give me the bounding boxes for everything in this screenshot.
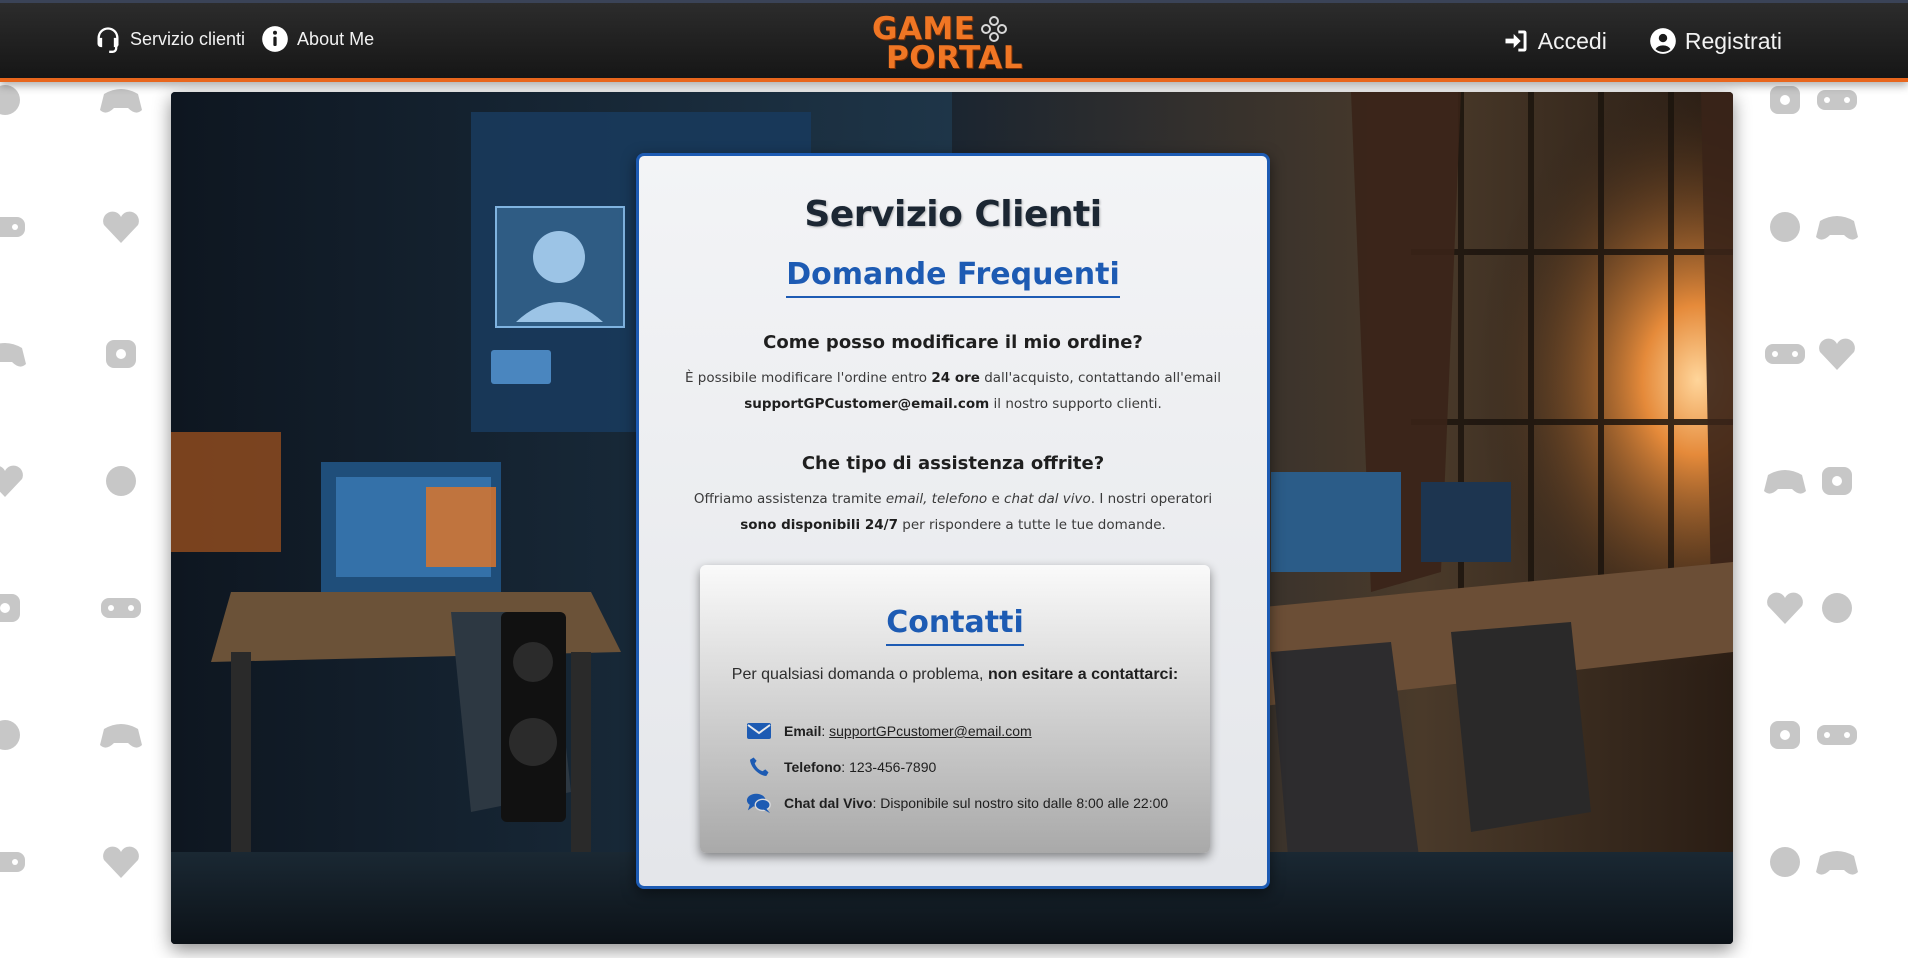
faq-answer-text: per rispondere a tutte le tue domande.	[897, 517, 1166, 533]
nav-accedi[interactable]: Accedi	[1502, 27, 1607, 55]
contact-phone-label: Telefono	[784, 759, 842, 775]
sign-in-icon	[1505, 30, 1527, 52]
contact-chat-value: Disponibile sul nostro sito dalle 8:00 a…	[880, 795, 1169, 811]
faq-answer-bold: sono disponibili 24/7	[740, 517, 898, 533]
background-game-icon	[0, 207, 30, 247]
page-title: Servizio Clienti	[804, 194, 1102, 235]
nav-about-me-label: About Me	[297, 28, 375, 49]
faq-answer-italic: email, telefono	[885, 491, 988, 507]
faq-answer-email: supportGPCustomer@email.com	[744, 396, 990, 412]
contact-separator: :	[841, 759, 850, 775]
customer-service-card: Servizio Clienti Domande Frequenti Come …	[636, 153, 1270, 889]
background-game-icon	[1812, 461, 1862, 501]
background-game-icon	[1760, 715, 1810, 755]
background-game-icon	[1812, 588, 1862, 628]
contact-separator: :	[821, 723, 830, 739]
contact-phone-value: 123-456-7890	[849, 759, 937, 775]
background-game-icon	[1760, 80, 1810, 120]
faq-question: Che tipo di assistenza offrite?	[801, 453, 1105, 474]
background-game-icon	[1760, 334, 1810, 374]
faq-answer-text: e	[987, 491, 1005, 507]
faq-answer-text: Offriamo assistenza tramite	[693, 491, 886, 507]
faq-question: Come posso modificare il mio ordine?	[763, 332, 1143, 353]
background-game-icon	[1812, 334, 1862, 374]
faq-answer-text: il nostro supporto clienti.	[989, 396, 1162, 412]
contact-email-row: Email: supportGPcustomer@email.com	[746, 713, 1168, 749]
contact-chat-label: Chat dal Vivo	[784, 795, 873, 811]
nav-registrati-label: Registrati	[1684, 27, 1782, 54]
faq-answer-italic: chat dal vivo	[1004, 491, 1091, 507]
faq-answer: Offriamo assistenza tramite email, telef…	[683, 486, 1223, 538]
background-game-icon	[1760, 842, 1810, 882]
contacts-intro-text: Per qualsiasi domanda o problema,	[731, 666, 988, 683]
contact-email-link[interactable]: supportGPcustomer@email.com	[829, 723, 1032, 739]
contacts-list: Email: supportGPcustomer@email.com Telef…	[746, 713, 1168, 821]
faq-answer-text: . I nostri operatori	[1090, 491, 1213, 507]
background-game-icon	[1812, 207, 1862, 247]
nav-registrati[interactable]: Registrati	[1649, 27, 1782, 55]
nav-accedi-label: Accedi	[1537, 27, 1607, 54]
background-game-icon	[96, 715, 146, 755]
contact-phone-row: Telefono: 123-456-7890	[746, 749, 1168, 785]
game-portal-logo[interactable]: GAME PORTAL	[870, 10, 1023, 76]
background-game-icon	[1812, 715, 1862, 755]
background-game-icon	[96, 461, 146, 501]
contact-separator: :	[872, 795, 881, 811]
background-game-icon	[96, 588, 146, 628]
faq-answer: È possibile modificare l'ordine entro 24…	[683, 365, 1223, 417]
contacts-box: Contatti Per qualsiasi domanda o problem…	[700, 565, 1210, 853]
contacts-heading: Contatti	[886, 605, 1024, 646]
gamepad-dpad-icon	[981, 16, 1007, 42]
background-game-icon	[0, 461, 30, 501]
nav-left: Servizio clienti About Me	[94, 25, 374, 53]
background-game-icon	[1812, 842, 1862, 882]
headset-icon	[97, 27, 119, 53]
background-game-icon	[1760, 588, 1810, 628]
faq-answer-bold: 24 ore	[931, 370, 980, 386]
user-circle-icon	[1650, 28, 1676, 54]
background-game-icon	[96, 842, 146, 882]
background-game-icon	[1812, 80, 1862, 120]
background-game-icon	[0, 334, 30, 374]
background-game-icon	[0, 80, 30, 120]
faq-answer-text: È possibile modificare l'ordine entro	[684, 370, 932, 386]
background-game-icon	[96, 207, 146, 247]
top-navbar: Servizio clienti About Me GAME PORTAL Ac…	[0, 0, 1908, 82]
nav-servizio-clienti-label: Servizio clienti	[130, 28, 246, 49]
contacts-intro-bold: non esitare a contattarci:	[987, 666, 1179, 683]
nav-about-me[interactable]: About Me	[261, 25, 374, 53]
background-game-icon	[1760, 461, 1810, 501]
background-game-icon	[0, 842, 30, 882]
contact-email-label: Email	[784, 723, 822, 739]
contact-chat-row: Chat dal Vivo: Disponibile sul nostro si…	[746, 785, 1168, 821]
nav-servizio-clienti[interactable]: Servizio clienti	[94, 25, 245, 53]
logo-text-line2: PORTAL	[886, 40, 1024, 76]
background-game-icon	[96, 80, 146, 120]
background-game-icon	[1760, 207, 1810, 247]
background-game-icon	[96, 334, 146, 374]
envelope-icon	[747, 723, 771, 739]
nav-right: Accedi Registrati	[1502, 27, 1782, 55]
background-game-icon	[0, 715, 30, 755]
background-game-icon	[0, 588, 30, 628]
faq-heading: Domande Frequenti	[786, 257, 1120, 298]
phone-icon	[750, 757, 769, 776]
chat-icon	[746, 793, 771, 814]
contacts-intro: Per qualsiasi domanda o problema, non es…	[700, 666, 1210, 684]
faq-answer-text: dall'acquisto, contattando all'email	[979, 370, 1222, 386]
info-icon	[262, 26, 288, 52]
